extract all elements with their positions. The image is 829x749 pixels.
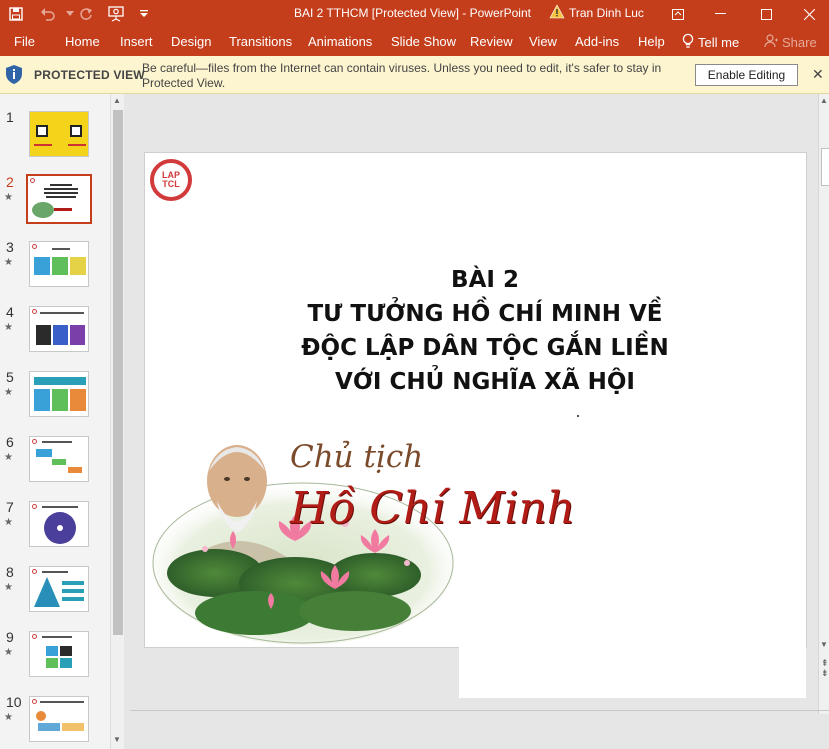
maximize-icon[interactable] [743, 0, 789, 28]
thumbnail-number: 4 [6, 304, 14, 320]
thumbnail-number: 7 [6, 499, 14, 515]
stray-mark [577, 415, 579, 417]
animation-star-icon: ★ [4, 257, 13, 268]
slide-thumbnail-1[interactable] [29, 111, 89, 157]
tab-design[interactable]: Design [171, 34, 211, 49]
tab-insert[interactable]: Insert [120, 34, 153, 49]
thumbnail-number: 9 [6, 629, 14, 645]
slide-thumbnail-10[interactable] [29, 696, 89, 742]
slide-thumbnail-pane: 1 2 ★ 3 ★ 4 ★ 5 ★ 6 ★ 7 ★ 8 ★ 9 ★ 10 ★ [0, 94, 110, 749]
title-line: TƯ TƯỞNG HỒ CHÍ MINH VỀ [307, 301, 663, 327]
slideshow-from-beginning-icon[interactable] [106, 4, 126, 24]
share-label: Share [782, 35, 817, 50]
dismiss-bar-icon[interactable]: ✕ [812, 66, 824, 83]
share-button[interactable]: Share [764, 34, 817, 51]
title-line: ĐỘC LẬP DÂN TỘC GẮN LIỀN [301, 335, 669, 361]
slide-thumbnail-4[interactable] [29, 306, 89, 352]
current-slide[interactable]: LAP TCL BÀI 2 TƯ TƯỞNG HỒ CHÍ MINH VỀ ĐỘ… [145, 153, 806, 647]
animation-star-icon: ★ [4, 517, 13, 528]
tab-file[interactable]: File [14, 34, 35, 49]
tab-animations[interactable]: Animations [308, 34, 372, 49]
title-line: VỚI CHỦ NGHĨA XÃ HỘI [335, 369, 635, 395]
scroll-up-icon[interactable]: ▲ [113, 96, 121, 105]
slide-thumbnail-5[interactable] [29, 371, 89, 417]
scrollbar-thumb[interactable] [821, 148, 829, 186]
logo-text-bottom: TCL [162, 179, 180, 189]
animation-star-icon: ★ [4, 387, 13, 398]
slide-thumbnail-7[interactable] [29, 501, 89, 547]
scroll-down-icon[interactable]: ▼ [113, 735, 121, 744]
tab-slide-show[interactable]: Slide Show [391, 34, 456, 49]
thumbnail-number: 6 [6, 434, 14, 450]
scroll-down-icon[interactable]: ▼ [820, 640, 828, 649]
next-slide-icon[interactable]: ⇟ [821, 668, 829, 678]
tab-help[interactable]: Help [638, 34, 665, 49]
user-name[interactable]: Tran Dinh Luc [569, 6, 644, 20]
thumbnail-number: 10 [6, 694, 22, 710]
caption-name: Hồ Chí Minh [290, 483, 576, 534]
thumbnail-number: 1 [6, 109, 14, 125]
person-icon [764, 34, 778, 51]
scrollbar-thumb[interactable] [113, 110, 123, 635]
animation-star-icon: ★ [4, 712, 13, 723]
thumbnail-number: 5 [6, 369, 14, 385]
protected-view-message: Be careful—files from the Internet can c… [142, 61, 662, 90]
slide-thumbnail-2[interactable] [26, 174, 92, 224]
undo-icon[interactable] [38, 4, 58, 24]
thumbnail-number: 8 [6, 564, 14, 580]
tab-home[interactable]: Home [65, 34, 100, 49]
tell-me-label: Tell me [698, 35, 740, 50]
editor-scrollbar[interactable]: ▲ ▼ [818, 94, 829, 714]
ribbon-display-options-icon[interactable] [655, 0, 701, 28]
protected-view-label: PROTECTED VIEW [34, 68, 145, 82]
enable-editing-button[interactable]: Enable Editing [695, 64, 798, 86]
animation-star-icon: ★ [4, 322, 13, 333]
slide-thumbnail-9[interactable] [29, 631, 89, 677]
minimize-icon[interactable] [697, 0, 743, 28]
lightbulb-icon [682, 33, 694, 52]
animation-star-icon: ★ [4, 452, 13, 463]
lap-tcl-logo: LAP TCL [150, 159, 192, 201]
animation-star-icon: ★ [4, 192, 13, 203]
tab-transitions[interactable]: Transitions [229, 34, 292, 49]
close-icon[interactable] [789, 0, 829, 28]
protected-view-bar: PROTECTED VIEW Be careful—files from the… [0, 56, 829, 94]
animation-star-icon: ★ [4, 582, 13, 593]
tab-review[interactable]: Review [470, 34, 513, 49]
slide-title[interactable]: BÀI 2 TƯ TƯỞNG HỒ CHÍ MINH VỀ ĐỘC LẬP DÂ… [300, 263, 670, 399]
scroll-up-icon[interactable]: ▲ [820, 96, 828, 105]
previous-slide-icon[interactable]: ⇞ [821, 658, 829, 668]
customize-toolbar-icon[interactable] [134, 4, 154, 24]
ribbon-tabs: File Home Insert Design Transitions Anim… [0, 28, 829, 56]
save-icon[interactable] [6, 4, 26, 24]
slide-thumbnail-8[interactable] [29, 566, 89, 612]
tell-me-search[interactable]: Tell me [682, 33, 739, 52]
tab-add-ins[interactable]: Add-ins [575, 34, 619, 49]
tab-view[interactable]: View [529, 34, 557, 49]
slide-nav-arrows[interactable]: ⇞ ⇟ [821, 658, 829, 678]
warning-icon[interactable] [549, 4, 565, 23]
divider [130, 710, 829, 711]
slide-overflow-area [459, 647, 806, 698]
title-bar: BAI 2 TTHCM [Protected View] - PowerPoin… [0, 0, 829, 28]
slide-thumbnail-3[interactable] [29, 241, 89, 287]
title-line: BÀI 2 [451, 267, 519, 293]
animation-star-icon: ★ [4, 647, 13, 658]
caption-chairman: Chủ tịch [290, 439, 424, 475]
thumbnail-number: 3 [6, 239, 14, 255]
shield-icon [5, 64, 23, 88]
thumbnail-scrollbar[interactable]: ▲ ▼ [110, 94, 124, 749]
redo-icon[interactable] [76, 4, 96, 24]
thumbnail-number: 2 [6, 174, 14, 190]
slide-thumbnail-6[interactable] [29, 436, 89, 482]
window-title: BAI 2 TTHCM [Protected View] - PowerPoin… [294, 6, 531, 20]
